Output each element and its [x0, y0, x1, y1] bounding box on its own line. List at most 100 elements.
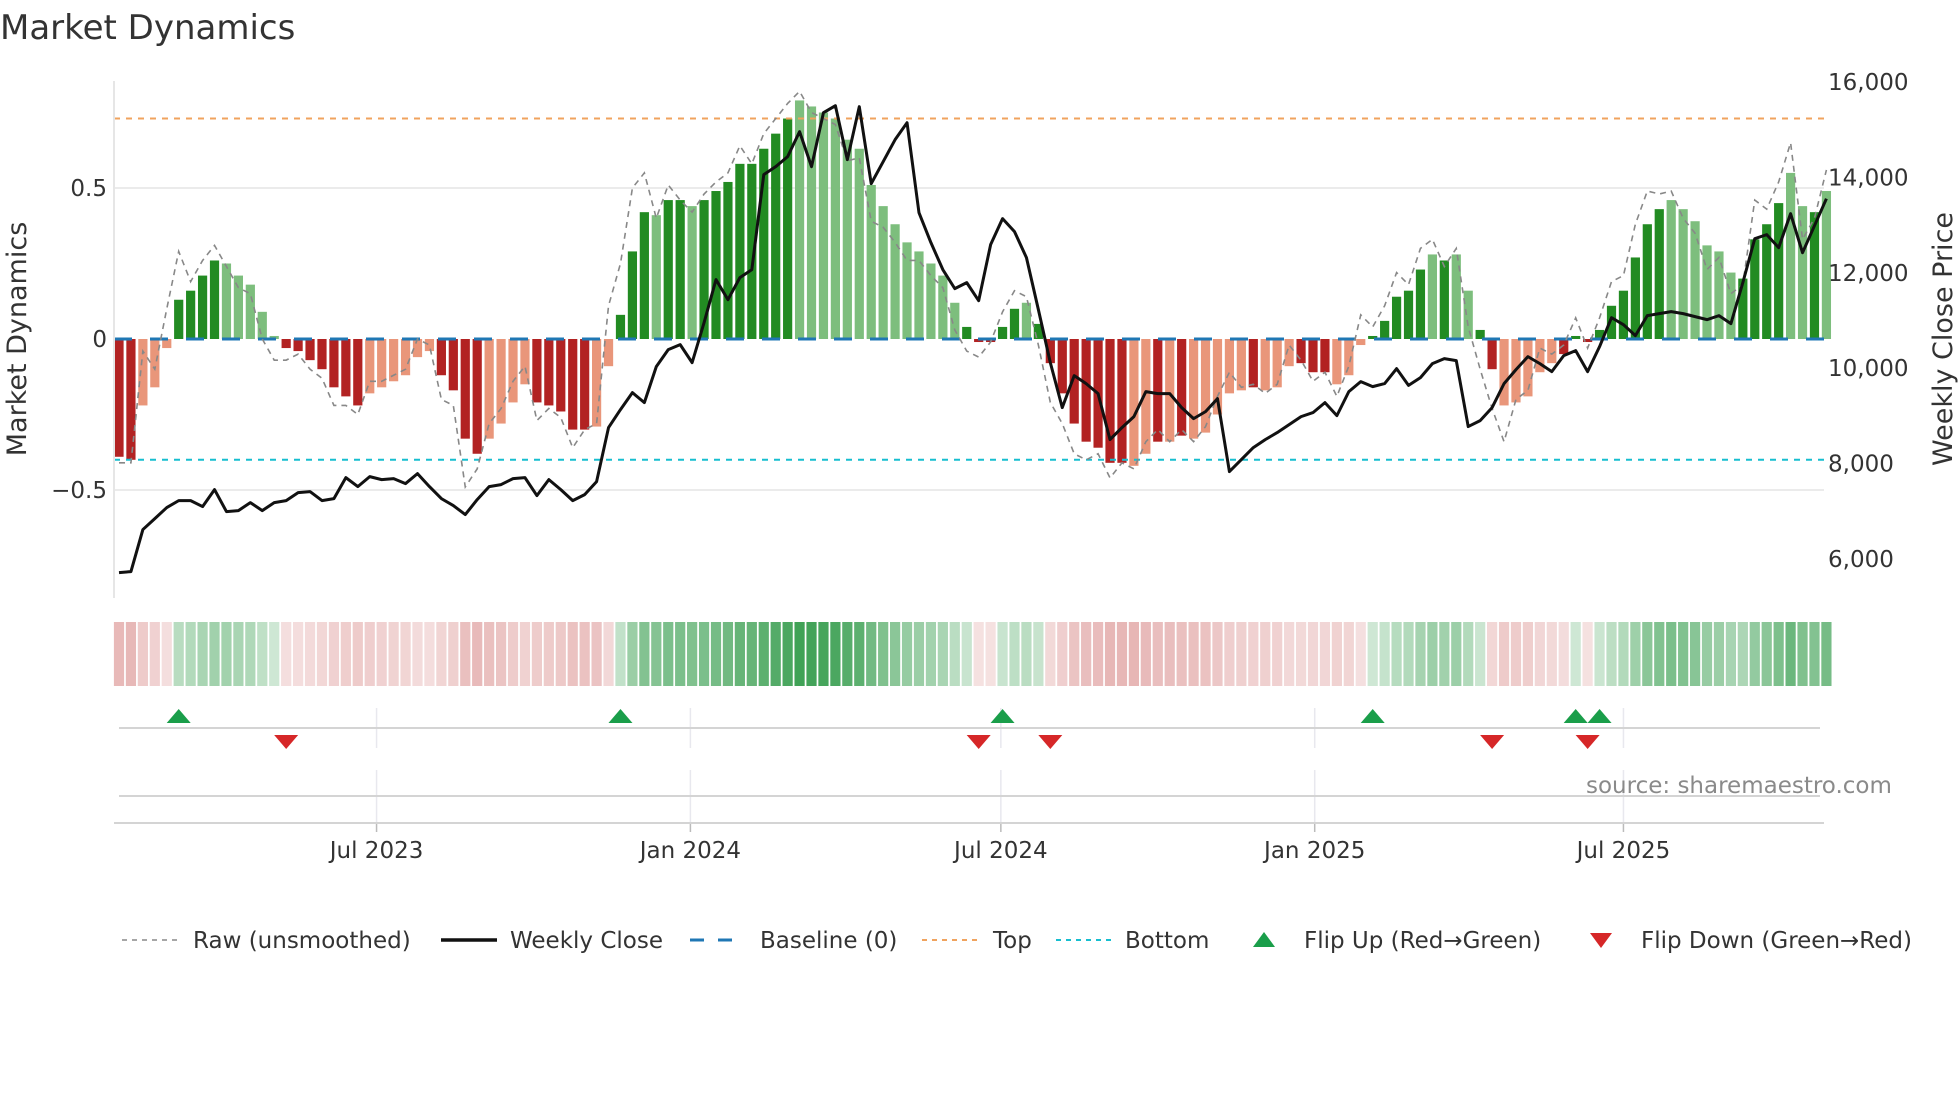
heat-cell	[1642, 622, 1653, 686]
heat-cell	[627, 622, 638, 686]
heat-cell	[782, 622, 793, 686]
momentum-bar	[1129, 339, 1139, 466]
heat-cell	[281, 622, 292, 686]
heat-cell	[985, 622, 996, 686]
heat-cell	[1809, 622, 1820, 686]
heat-cell	[1570, 622, 1581, 686]
momentum-bar	[1774, 203, 1784, 339]
momentum-bar	[675, 200, 685, 339]
momentum-bar	[806, 106, 817, 340]
momentum-bar	[460, 339, 470, 439]
momentum-bar	[1117, 339, 1127, 463]
heat-cell	[1630, 622, 1641, 686]
heat-cell	[1475, 622, 1486, 686]
heat-cell	[1128, 622, 1139, 686]
momentum-bar	[1547, 339, 1557, 364]
y2-tick-label: 10,000	[1828, 356, 1908, 382]
heat-cell	[173, 622, 184, 686]
heat-cell	[1797, 622, 1808, 686]
heat-cell	[722, 622, 734, 686]
heat-cell	[1092, 622, 1104, 686]
heat-cell	[830, 622, 841, 686]
x-tick-label: Jul 2023	[328, 838, 424, 864]
momentum-bar	[1678, 209, 1688, 339]
heat-cell	[388, 622, 399, 686]
legend-label: Flip Down (Green→Red)	[1641, 928, 1912, 954]
flip-down-marker	[1575, 735, 1600, 749]
y-tick-label: 0	[92, 327, 107, 353]
heat-cell	[1558, 622, 1569, 686]
heat-cell	[878, 622, 889, 686]
momentum-bar	[1380, 320, 1390, 339]
heat-cell	[257, 622, 268, 686]
momentum-bar	[221, 263, 232, 339]
heat-cell	[567, 622, 578, 686]
flip-up-marker	[608, 709, 633, 723]
flip-down-marker	[1038, 735, 1063, 749]
momentum-bar	[687, 206, 697, 339]
momentum-bar	[1786, 172, 1796, 339]
momentum-bar	[1224, 339, 1235, 394]
bars	[114, 100, 1832, 466]
momentum-bar	[114, 339, 124, 457]
momentum-bar	[627, 251, 638, 339]
heat-cell	[1522, 622, 1534, 686]
flip-down-marker	[966, 735, 991, 749]
momentum-bar	[592, 339, 602, 427]
heat-cell	[639, 622, 650, 686]
momentum-bar	[1272, 339, 1282, 388]
heat-cell	[125, 622, 137, 686]
heat-cell	[233, 622, 244, 686]
momentum-bar	[197, 275, 208, 339]
heat-cell	[770, 622, 781, 686]
momentum-bar	[1081, 339, 1091, 442]
momentum-bar	[1165, 339, 1175, 442]
heat-cell	[149, 622, 160, 686]
heat-cell	[1606, 622, 1617, 686]
heat-cell	[1355, 622, 1366, 686]
heat-cell	[1248, 622, 1259, 686]
momentum-bar	[1415, 269, 1426, 339]
heat-cell	[245, 622, 256, 686]
heat-cell	[328, 622, 340, 686]
momentum-bar	[1726, 272, 1736, 339]
heat-cell	[1236, 622, 1247, 686]
momentum-bar	[150, 339, 160, 388]
y-tick-label: −0.5	[51, 478, 107, 504]
heat-cell	[1498, 622, 1510, 686]
momentum-bar	[615, 314, 626, 339]
momentum-bar	[1571, 335, 1581, 339]
momentum-bar	[448, 339, 458, 391]
heat-cell	[1689, 622, 1701, 686]
momentum-bar	[1153, 339, 1163, 442]
momentum-bar	[424, 339, 435, 352]
heat-cell	[1319, 622, 1331, 686]
heat-cell	[293, 622, 304, 686]
y2-tick-label: 6,000	[1828, 547, 1894, 573]
heat-cell	[890, 622, 901, 686]
heat-cell	[376, 622, 387, 686]
heat-cell	[1272, 622, 1283, 686]
heat-cell	[1152, 622, 1163, 686]
momentum-bar	[663, 200, 673, 339]
flip-up-marker	[990, 709, 1015, 723]
heat-cell	[1510, 622, 1522, 686]
y2-tick-label: 14,000	[1828, 165, 1908, 191]
momentum-bar	[317, 339, 327, 370]
chart-title: Market Dynamics	[0, 8, 295, 48]
heat-cell	[901, 622, 913, 686]
momentum-bar	[365, 339, 375, 394]
momentum-bar	[353, 339, 363, 406]
momentum-bar	[926, 263, 936, 339]
heat-cell	[1821, 622, 1832, 686]
momentum-bar	[1714, 251, 1724, 339]
heat-cell	[436, 622, 447, 686]
legend-label: Baseline (0)	[760, 928, 897, 954]
heat-cell	[675, 622, 686, 686]
heat-cell	[316, 622, 328, 686]
heat-cell	[973, 622, 984, 686]
y-axis-label: Market Dynamics	[2, 222, 33, 457]
flip-up-marker	[1563, 709, 1588, 723]
heat-cell	[651, 622, 662, 686]
momentum-bar	[293, 339, 303, 352]
